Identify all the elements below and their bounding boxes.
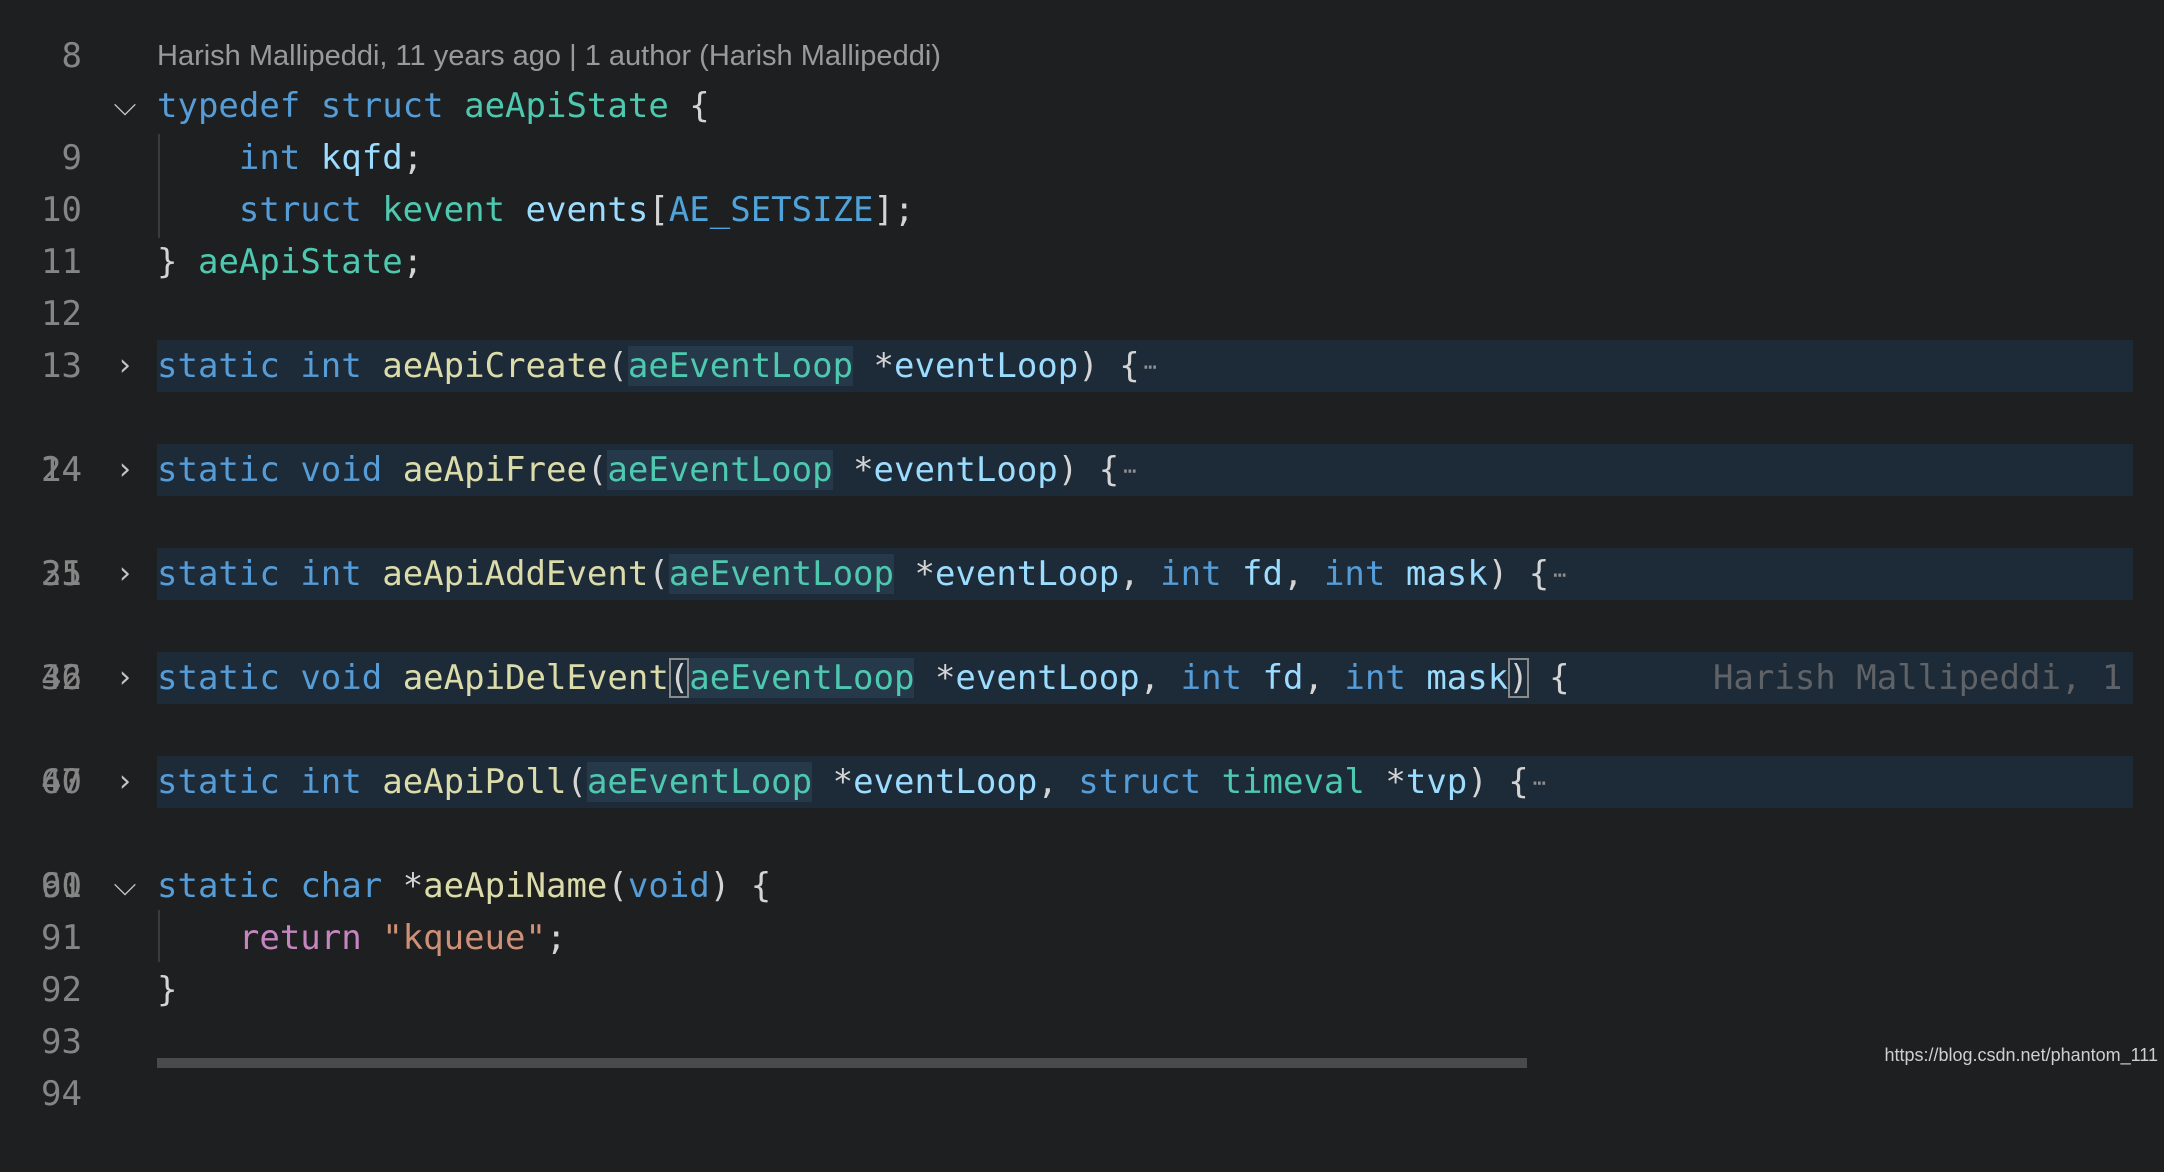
code-line-active: 47 › static void aeApiDelEvent(aeEventLo… — [0, 652, 2164, 802]
keyword: typedef — [157, 86, 301, 126]
keyword: int — [1180, 658, 1243, 698]
keyword: static — [157, 554, 280, 594]
string-literal: "kqueue" — [382, 918, 546, 958]
keyword: static — [157, 346, 280, 386]
keyword-return: return — [238, 918, 362, 958]
line-number: 8 — [61, 36, 82, 76]
folded-ellipsis[interactable]: ⋯ — [1123, 446, 1136, 498]
type-name: timeval — [1221, 762, 1365, 802]
function-name: aeApiName — [423, 866, 608, 906]
param-name: mask — [1426, 658, 1509, 698]
field-name: kqfd — [320, 138, 403, 178]
param-name: eventLoop — [894, 346, 1079, 386]
keyword: int — [1323, 554, 1386, 594]
keyword: void — [300, 658, 383, 698]
chevron-right-icon[interactable]: › — [108, 756, 142, 808]
code-line: 61 › static int aeApiPoll(aeEventLoop *e… — [0, 756, 2164, 906]
keyword: int — [300, 762, 362, 802]
keyword: int — [1344, 658, 1406, 698]
code-line: 13 — [0, 288, 2164, 386]
keyword: static — [157, 658, 280, 698]
type-name: aeApiState — [464, 86, 669, 126]
keyword: int — [1160, 554, 1222, 594]
horizontal-scrollbar[interactable] — [157, 1058, 1527, 1068]
code-line: 46 — [0, 600, 2164, 698]
param-name: eventLoop — [873, 450, 1058, 490]
code-line: 91 ⌵ static char *aeApiName(void) { — [0, 860, 2164, 958]
keyword: int — [300, 346, 362, 386]
type-name: aeApiState — [197, 242, 403, 282]
field-name: events — [525, 190, 649, 230]
inline-blame-annotation[interactable]: Harish Mallipeddi, 1 — [1713, 658, 2122, 698]
code-line: 92 return "kqueue"; — [0, 912, 2164, 1010]
param-name: eventLoop — [955, 658, 1140, 698]
keyword: static — [157, 450, 280, 490]
code-line: 93 } — [0, 964, 2164, 1062]
matching-bracket: ( — [668, 658, 690, 698]
chevron-down-icon[interactable]: ⌵ — [108, 80, 142, 132]
code-line: 9 ⌵ typedef struct aeApiState { — [0, 80, 2164, 178]
keyword: int — [300, 554, 362, 594]
chevron-right-icon[interactable]: › — [108, 444, 142, 496]
keyword: struct — [238, 190, 362, 230]
function-name: aeApiCreate — [382, 346, 608, 386]
code-line: 32 › static int aeApiAddEvent(aeEventLoo… — [0, 548, 2164, 698]
keyword: int — [238, 138, 301, 178]
folded-ellipsis[interactable]: ⋯ — [1144, 342, 1157, 394]
keyword: char — [300, 866, 383, 906]
keyword: struct — [1078, 762, 1202, 802]
line-number: 94 — [41, 1074, 82, 1114]
keyword: void — [300, 450, 383, 490]
code-line: 14 › static int aeApiCreate(aeEventLoop … — [0, 340, 2164, 490]
type-name: kevent — [382, 190, 506, 230]
type-name: aeEventLoop — [607, 450, 833, 490]
code-line: 12 } aeApiState; — [0, 236, 2164, 334]
code-line: 11 struct kevent events[AE_SETSIZE]; — [0, 184, 2164, 282]
macro-name: AE_SETSIZE — [668, 190, 874, 230]
code-line: 8 — [0, 0, 2164, 76]
chevron-down-icon[interactable]: ⌵ — [108, 860, 142, 912]
param-name: fd — [1262, 658, 1304, 698]
code-line: 60 — [0, 704, 2164, 802]
keyword: void — [627, 866, 710, 906]
function-name: aeApiAddEvent — [382, 554, 649, 594]
code-line: 24 — [0, 392, 2164, 490]
function-name: aeApiDelEvent — [402, 658, 669, 698]
param-name: tvp — [1405, 762, 1468, 802]
type-name: aeEventLoop — [627, 346, 854, 386]
folded-ellipsis[interactable]: ⋯ — [1533, 758, 1546, 810]
code-line: 10 int kqfd; — [0, 132, 2164, 230]
codelens-blame-header[interactable]: Harish Mallipeddi, 11 years ago | 1 auth… — [157, 34, 941, 78]
keyword: static — [157, 866, 280, 906]
code-line: 25 › static void aeApiFree(aeEventLoop *… — [0, 444, 2164, 594]
type-name: aeEventLoop — [668, 554, 894, 594]
keyword: static — [157, 762, 280, 802]
code-line: 90 — [0, 808, 2164, 906]
chevron-right-icon[interactable]: › — [108, 652, 142, 704]
type-name: aeEventLoop — [689, 658, 915, 698]
folded-ellipsis[interactable]: ⋯ — [1553, 550, 1566, 602]
matching-bracket: ) — [1508, 658, 1529, 698]
chevron-right-icon[interactable]: › — [108, 340, 142, 392]
code-line: 31 — [0, 496, 2164, 594]
param-name: eventLoop — [853, 762, 1038, 802]
param-name: mask — [1405, 554, 1488, 594]
function-name: aeApiFree — [402, 450, 587, 490]
code-editor[interactable]: 8 Harish Mallipeddi, 11 years ago | 1 au… — [0, 0, 2164, 1114]
watermark: https://blog.csdn.net/phantom_111 — [1884, 1045, 2158, 1065]
type-name: aeEventLoop — [586, 762, 813, 802]
param-name: fd — [1242, 554, 1283, 594]
param-name: eventLoop — [934, 554, 1120, 594]
chevron-right-icon[interactable]: › — [108, 548, 142, 600]
function-name: aeApiPoll — [382, 762, 567, 802]
keyword: struct — [320, 86, 444, 126]
